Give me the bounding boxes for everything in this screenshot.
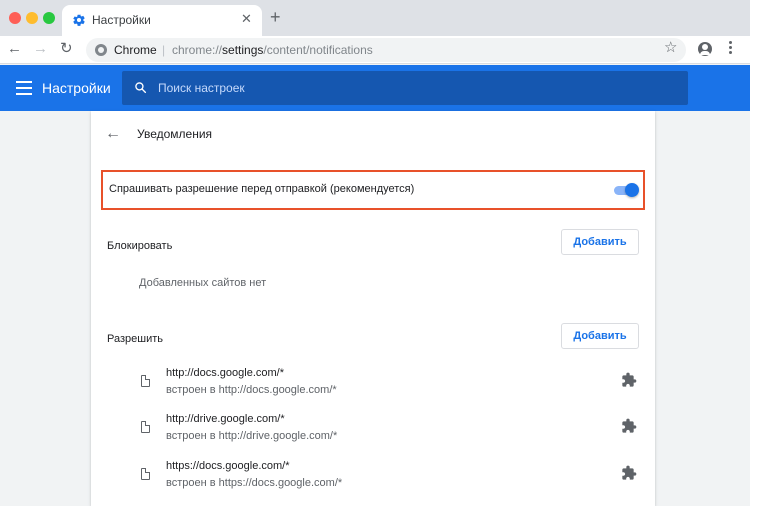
- new-tab-button[interactable]: +: [270, 7, 281, 27]
- file-icon: [141, 375, 150, 387]
- back-button[interactable]: ←: [7, 40, 22, 58]
- site-url: http://docs.google.com/*: [166, 367, 285, 379]
- extension-puzzle-icon[interactable]: [621, 372, 637, 388]
- tab-title: Настройки: [92, 13, 151, 27]
- chrome-icon: [95, 44, 107, 56]
- page-title: Уведомления: [137, 127, 213, 141]
- file-icon: [141, 421, 150, 433]
- ask-permission-toggle[interactable]: [612, 182, 640, 198]
- settings-content: ← Уведомления Спрашивать разрешение пере…: [0, 111, 750, 506]
- search-box[interactable]: [122, 71, 688, 105]
- list-item[interactable]: http://docs.google.com/* встроен в http:…: [137, 367, 647, 403]
- search-input[interactable]: [158, 80, 658, 96]
- omnibox-url: chrome://settings/content/notifications: [172, 43, 373, 57]
- extension-puzzle-icon[interactable]: [621, 465, 637, 481]
- omnibox-separator: |: [162, 43, 166, 57]
- close-window-button[interactable]: [9, 12, 21, 24]
- settings-header: Настройки: [0, 65, 750, 111]
- ask-permission-row[interactable]: Спрашивать разрешение перед отправкой (р…: [101, 170, 645, 210]
- site-embedded-in: встроен в https://docs.google.com/*: [166, 477, 343, 489]
- profile-avatar-icon[interactable]: [698, 42, 712, 56]
- tab-strip: Настройки ✕ +: [0, 0, 750, 36]
- site-embedded-in: встроен в http://drive.google.com/*: [166, 430, 338, 442]
- ask-permission-label: Спрашивать разрешение перед отправкой (р…: [109, 183, 415, 195]
- page-margin: [750, 0, 770, 506]
- tab-settings[interactable]: Настройки ✕: [62, 5, 262, 36]
- minimize-window-button[interactable]: [26, 12, 38, 24]
- notifications-card: ← Уведомления Спрашивать разрешение пере…: [91, 111, 655, 506]
- block-empty-text: Добавленных сайтов нет: [139, 277, 267, 289]
- tab-close-icon[interactable]: ✕: [241, 11, 252, 27]
- toggle-knob: [625, 183, 639, 197]
- site-url: http://drive.google.com/*: [166, 413, 285, 425]
- add-allow-button[interactable]: Добавить: [561, 323, 639, 349]
- toolbar: ← → ↻ Chrome | chrome://settings/content…: [0, 36, 750, 64]
- hamburger-menu-icon[interactable]: [16, 81, 32, 95]
- allow-section-title: Разрешить: [107, 333, 163, 345]
- browser-menu-icon[interactable]: [727, 41, 733, 57]
- omnibox-scheme: Chrome: [114, 43, 157, 57]
- reload-button[interactable]: ↻: [60, 40, 73, 58]
- block-section-title: Блокировать: [107, 240, 173, 252]
- add-block-button[interactable]: Добавить: [561, 229, 639, 255]
- search-icon: [135, 82, 147, 94]
- list-item[interactable]: http://drive.google.com/* встроен в http…: [137, 413, 647, 449]
- browser-window: Настройки ✕ + ← → ↻ Chrome | chrome://se…: [0, 0, 750, 506]
- maximize-window-button[interactable]: [43, 12, 55, 24]
- file-icon: [141, 468, 150, 480]
- forward-button[interactable]: →: [33, 40, 48, 58]
- site-embedded-in: встроен в http://docs.google.com/*: [166, 384, 337, 396]
- bookmark-star-icon[interactable]: ☆: [664, 39, 677, 57]
- extension-puzzle-icon[interactable]: [621, 418, 637, 434]
- gear-icon: [73, 14, 85, 26]
- site-url: https://docs.google.com/*: [166, 460, 290, 472]
- address-bar[interactable]: Chrome | chrome://settings/content/notif…: [86, 38, 686, 62]
- header-title: Настройки: [42, 80, 111, 96]
- back-arrow-icon[interactable]: ←: [105, 125, 121, 143]
- list-item[interactable]: https://docs.google.com/* встроен в http…: [137, 460, 647, 496]
